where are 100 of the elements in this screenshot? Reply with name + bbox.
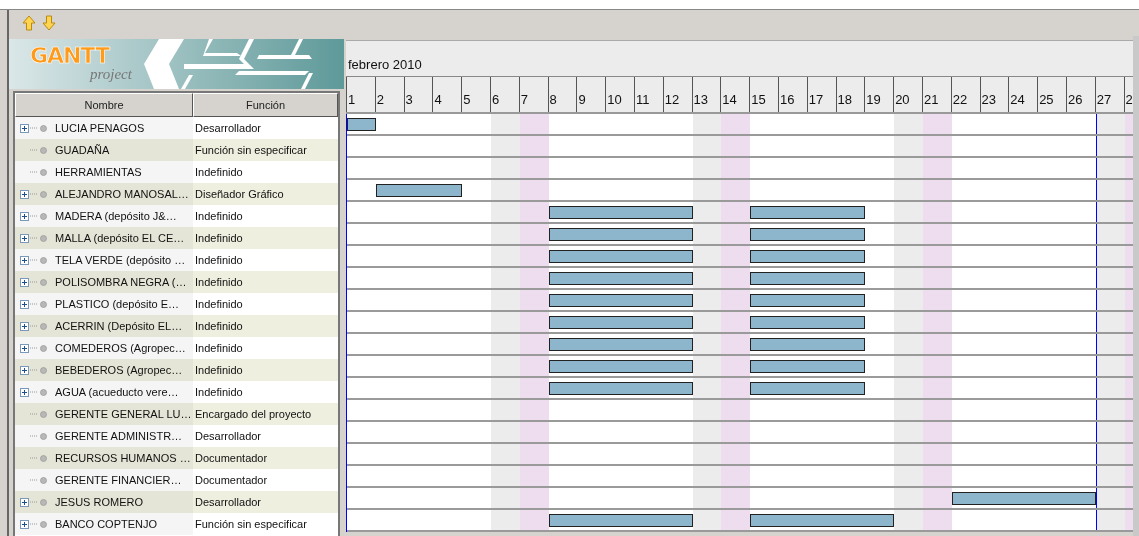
tree-connector-line — [30, 369, 38, 371]
tree-connector-line — [30, 523, 38, 525]
day-header: 5 — [461, 77, 490, 112]
task-bar[interactable] — [750, 228, 866, 241]
resource-role: Indefinido — [195, 166, 243, 178]
day-header: 19 — [864, 77, 894, 112]
bullet-icon — [40, 146, 47, 154]
bullet-icon — [40, 322, 47, 330]
task-bar[interactable] — [548, 272, 693, 285]
task-bar[interactable] — [548, 360, 693, 373]
day-header: 14 — [720, 77, 750, 112]
bullet-icon — [40, 124, 47, 132]
resource-name: ACERRIN (Depósito EL… — [55, 320, 183, 332]
resource-name: ALEJANDRO MANOSAL… — [55, 188, 189, 200]
expand-icon[interactable] — [20, 519, 29, 529]
task-bar[interactable] — [750, 272, 866, 285]
tree-connector-line — [30, 457, 38, 459]
task-bar[interactable] — [548, 206, 693, 219]
tree-connector-line — [30, 259, 38, 261]
bullet-icon — [40, 190, 47, 198]
expand-icon[interactable] — [20, 211, 29, 221]
logo-subtitle: project — [90, 67, 132, 81]
expand-icon[interactable] — [20, 255, 29, 265]
tree-connector-line — [30, 391, 38, 393]
expand-icon[interactable] — [20, 387, 29, 397]
resource-name: BEBEDEROS (Agropec… — [55, 364, 183, 376]
resource-role: Indefinido — [195, 386, 243, 398]
resource-name: GERENTE ADMINISTR… — [55, 430, 183, 442]
day-header: 27 — [1094, 77, 1124, 112]
bullet-icon — [40, 388, 47, 396]
bullet-icon — [40, 454, 47, 462]
expand-icon[interactable] — [20, 365, 29, 375]
task-bar[interactable] — [548, 228, 693, 241]
bullet-icon — [40, 366, 47, 374]
expand-icon[interactable] — [20, 343, 29, 353]
expand-icon[interactable] — [20, 497, 29, 507]
task-bar[interactable] — [548, 338, 693, 351]
tree-connector-line — [30, 435, 38, 437]
task-bar[interactable] — [750, 514, 895, 527]
logo-title: GANTT — [30, 45, 111, 67]
bullet-icon — [40, 520, 47, 528]
day-header: 12 — [662, 77, 692, 112]
day-header: 17 — [806, 77, 836, 112]
expand-icon[interactable] — [20, 299, 29, 309]
resource-role: Indefinido — [195, 342, 243, 354]
expand-icon[interactable] — [20, 321, 29, 331]
expand-icon[interactable] — [20, 277, 29, 287]
bullet-icon — [40, 476, 47, 484]
task-bar[interactable] — [548, 294, 693, 307]
tree-connector-line — [30, 325, 38, 327]
bullet-icon — [40, 344, 47, 352]
tree-connector-line — [30, 281, 38, 283]
task-bar[interactable] — [750, 316, 866, 329]
task-bar[interactable] — [548, 250, 693, 263]
day-header: 26 — [1065, 77, 1095, 112]
task-bar[interactable] — [750, 360, 866, 373]
resource-name: TELA VERDE (depósito … — [55, 254, 186, 266]
resource-name: PLASTICO (depósito E… — [55, 298, 180, 310]
resource-role: Desarrollador — [195, 496, 262, 508]
bullet-icon — [40, 256, 47, 264]
resource-name: GERENTE FINANCIER… — [55, 474, 182, 486]
column-header[interactable]: Función — [193, 93, 338, 117]
resource-name: POLISOMBRA NEGRA (… — [55, 276, 187, 288]
resource-name: LUCIA PENAGOS — [55, 122, 145, 134]
day-header: 20 — [893, 77, 922, 112]
task-bar[interactable] — [750, 382, 866, 395]
day-header: 11 — [633, 77, 663, 112]
bullet-icon — [40, 234, 47, 242]
day-header: 2 — [374, 77, 404, 112]
resource-role: Función sin especificar — [195, 144, 307, 156]
expand-icon[interactable] — [20, 233, 29, 243]
task-bar[interactable] — [750, 206, 866, 219]
task-bar[interactable] — [951, 492, 1096, 505]
day-header: 15 — [749, 77, 778, 112]
day-header: 8 — [547, 77, 577, 112]
column-header[interactable]: Nombre — [15, 93, 193, 117]
day-header: 7 — [518, 77, 548, 112]
task-bar[interactable] — [548, 382, 693, 395]
task-bar[interactable] — [347, 118, 376, 131]
expand-icon[interactable] — [20, 189, 29, 199]
resource-role: Indefinido — [195, 298, 243, 310]
bullet-icon — [40, 168, 47, 176]
task-bar[interactable] — [375, 184, 463, 197]
day-header: 22 — [950, 77, 980, 112]
task-bar[interactable] — [750, 338, 866, 351]
resource-role: Indefinido — [195, 210, 243, 222]
task-bar[interactable] — [750, 250, 866, 263]
task-bar[interactable] — [548, 514, 693, 527]
task-bar[interactable] — [750, 294, 866, 307]
tree-connector-line — [30, 193, 38, 195]
bullet-icon — [40, 410, 47, 418]
tree-connector-line — [30, 215, 38, 217]
task-bar[interactable] — [548, 316, 693, 329]
expand-icon[interactable] — [20, 123, 29, 133]
tree-connector-line — [30, 347, 38, 349]
resource-name: GUADAÑA — [55, 144, 110, 156]
resource-name: GERENTE GENERAL LU… — [55, 408, 192, 420]
resource-name: MADERA (depósito J&… — [55, 210, 177, 222]
day-header: 23 — [979, 77, 1009, 112]
day-header: 3 — [403, 77, 433, 112]
